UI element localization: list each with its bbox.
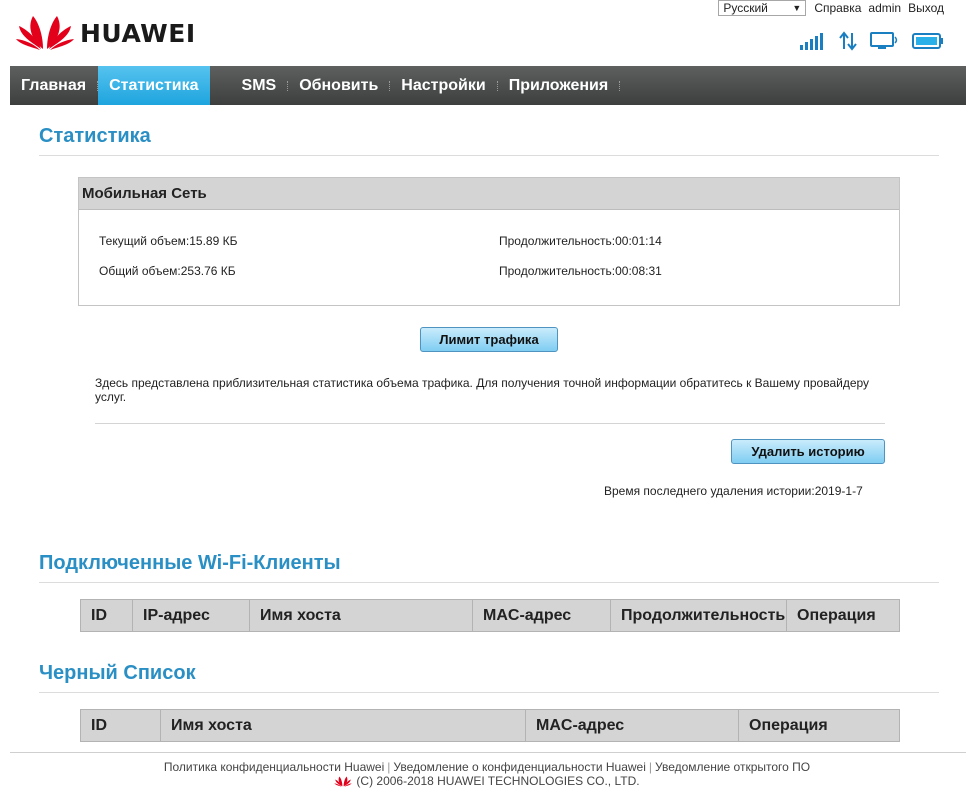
column-header-duration: Продолжительность <box>611 600 787 631</box>
column-header-id: ID <box>81 710 161 741</box>
panel-title: Мобильная Сеть <box>79 178 899 210</box>
current-duration: Продолжительность:00:01:14 <box>499 234 662 248</box>
nav-item-home[interactable]: Главная <box>10 66 97 105</box>
nav-item-apps[interactable]: Приложения <box>498 66 620 105</box>
huawei-logo: HUAWEI <box>16 11 196 56</box>
nav-item-settings[interactable]: Настройки <box>390 66 496 105</box>
blacklist-title: Черный Список <box>39 662 196 684</box>
delete-history-button[interactable]: Удалить историю <box>731 439 885 464</box>
total-volume: Общий объем:253.76 КБ <box>99 264 236 278</box>
logout-link[interactable]: Выход <box>908 1 944 15</box>
column-header-hostname: Имя хоста <box>250 600 473 631</box>
last-deleted-text: Время последнего удаления истории:2019-1… <box>604 484 863 498</box>
total-duration: Продолжительность:00:08:31 <box>499 264 662 278</box>
divider <box>95 423 885 424</box>
mobile-network-panel: Мобильная Сеть Текущий объем:15.89 КБ Пр… <box>78 177 900 306</box>
battery-icon <box>912 32 944 50</box>
language-select[interactable]: Русский ▼ <box>718 0 807 16</box>
section-divider <box>39 155 939 156</box>
chevron-down-icon: ▼ <box>792 3 802 13</box>
column-header-operation: Операция <box>797 606 876 624</box>
copyright: (C) 2006-2018 HUAWEI TECHNOLOGIES CO., L… <box>0 774 974 788</box>
huawei-logo-icon <box>334 775 353 787</box>
column-header-operation: Операция <box>749 716 828 734</box>
user-link[interactable]: admin <box>868 1 901 15</box>
top-links: Русский ▼ Справка admin Выход <box>718 0 944 16</box>
brand-name: HUAWEI <box>80 19 196 48</box>
open-source-notice-link[interactable]: Уведомление открытого ПО <box>655 760 810 774</box>
blacklist-table-header: ID Имя хоста MAC-адрес Операция <box>80 709 900 742</box>
nav-item-sms[interactable]: SMS <box>231 66 288 105</box>
column-header-id: ID <box>81 600 133 631</box>
section-divider <box>39 692 939 693</box>
column-header-mac: MAC-адрес <box>526 710 739 741</box>
nav-item-statistics[interactable]: Статистика <box>98 66 210 105</box>
data-transfer-icon <box>838 31 858 51</box>
wifi-monitor-icon <box>870 32 900 50</box>
section-divider <box>39 582 939 583</box>
language-select-value: Русский <box>723 1 768 15</box>
status-icons <box>788 31 944 51</box>
signal-strength-icon <box>800 32 826 50</box>
column-header-hostname: Имя хоста <box>161 710 526 741</box>
footer-divider <box>10 752 966 753</box>
help-link[interactable]: Справка <box>814 1 861 15</box>
wifi-clients-title: Подключенные Wi-Fi-Клиенты <box>39 552 341 574</box>
nav-divider <box>619 80 621 91</box>
main-nav: Главная Статистика SMS Обновить Настройк… <box>10 66 966 105</box>
privacy-policy-link[interactable]: Политика конфиденциальности Huawei <box>164 760 384 774</box>
current-volume: Текущий объем:15.89 КБ <box>99 234 238 248</box>
nav-divider <box>220 81 221 91</box>
copyright-text: (C) 2006-2018 HUAWEI TECHNOLOGIES CO., L… <box>356 774 640 788</box>
privacy-notice-link[interactable]: Уведомление о конфиденциальности Huawei <box>393 760 645 774</box>
nav-item-update[interactable]: Обновить <box>288 66 389 105</box>
column-header-mac: MAC-адрес <box>473 600 611 631</box>
huawei-logo-icon <box>16 11 74 56</box>
traffic-limit-button[interactable]: Лимит трафика <box>420 327 558 352</box>
wifi-clients-table-header: ID IP-адрес Имя хоста MAC-адрес Продолжи… <box>80 599 900 632</box>
footer-links: Политика конфиденциальности Huawei | Уведо… <box>163 760 811 774</box>
page-title: Статистика <box>39 125 151 147</box>
column-header-ip: IP-адрес <box>133 600 250 631</box>
statistics-note: Здесь представлена приблизительная стати… <box>95 376 870 404</box>
